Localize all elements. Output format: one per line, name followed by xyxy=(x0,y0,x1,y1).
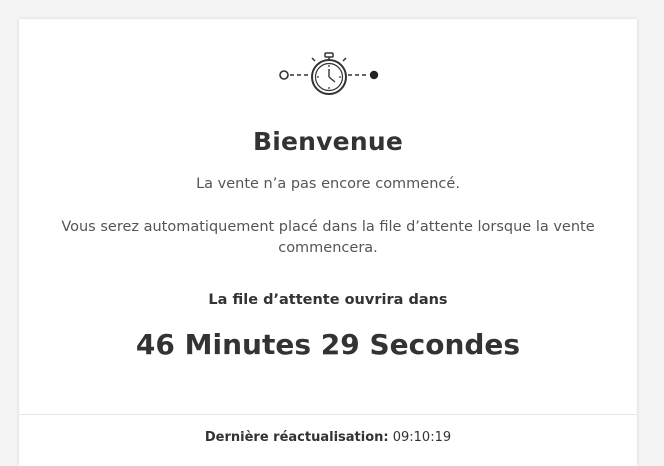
last-refresh: Dernière réactualisation: 09:10:19 xyxy=(19,430,637,445)
page-title: Bienvenue xyxy=(253,127,403,156)
sale-status-text: La vente n’a pas encore commencé. xyxy=(196,176,460,192)
countdown-timer: 46 Minutes 29 Secondes xyxy=(135,328,521,361)
stopwatch-icon xyxy=(279,52,379,95)
waiting-room-card: Bienvenue La vente n’a pas encore commen… xyxy=(19,19,637,466)
divider xyxy=(19,414,637,415)
queue-opens-label: La file d’attente ouvrira dans xyxy=(208,292,448,308)
last-refresh-time: 09:10:19 xyxy=(392,430,452,445)
last-refresh-label: Dernière réactualisation: xyxy=(204,430,389,445)
queue-info-text: Vous serez automatiquement placé dans la… xyxy=(61,219,595,256)
